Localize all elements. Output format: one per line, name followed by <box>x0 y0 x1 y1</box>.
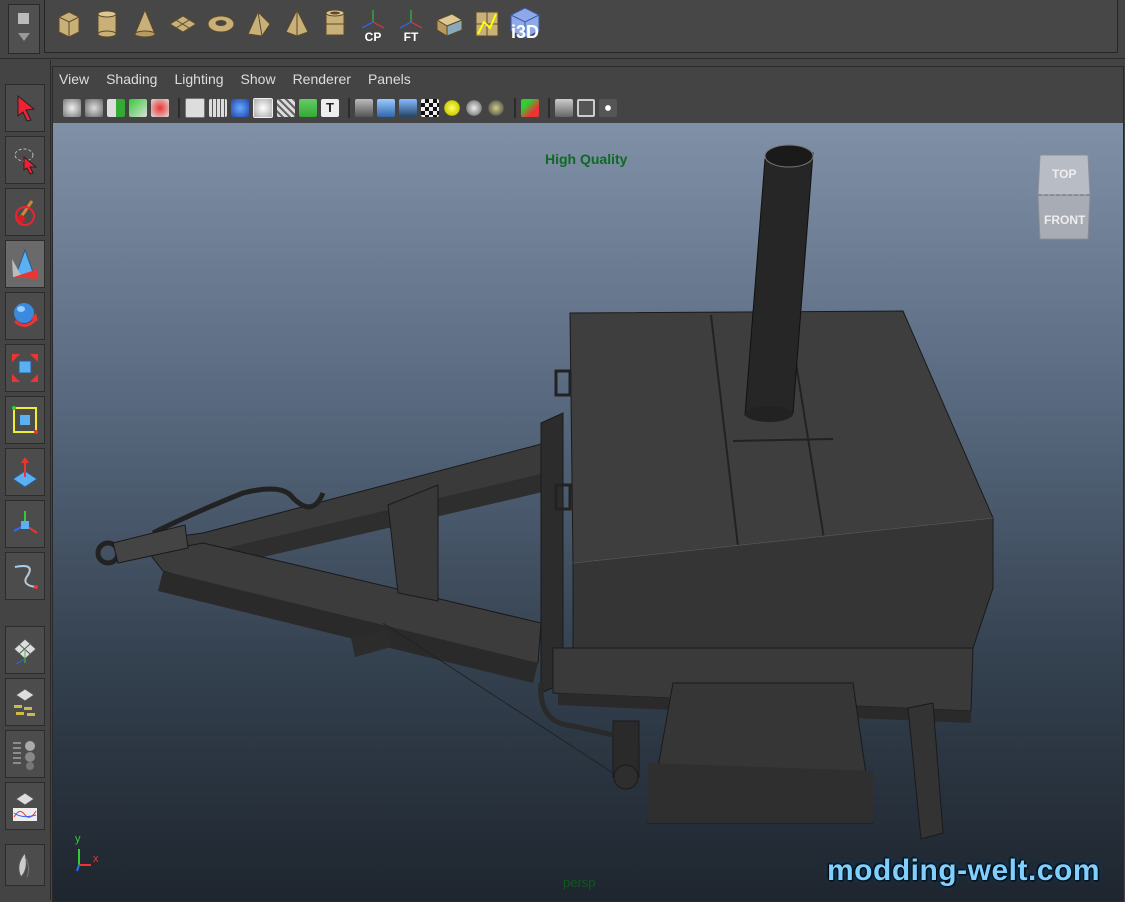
shelf-menu-arrow-icon[interactable] <box>18 33 30 41</box>
isolate-select-icon[interactable] <box>521 99 539 117</box>
select-tool-icon[interactable] <box>5 84 45 132</box>
rotate-tool-icon[interactable] <box>5 292 45 340</box>
watermark-text: modding-welt.com <box>827 854 1100 887</box>
viewport-3d[interactable]: High Quality TOP FRONT y x persp modding… <box>53 123 1123 901</box>
axis-x-label: x <box>93 853 99 865</box>
wireframe-icon[interactable] <box>185 98 205 118</box>
bookmarks-icon[interactable] <box>107 99 125 117</box>
bounding-box-icon[interactable] <box>277 99 295 117</box>
poly-torus-icon[interactable] <box>202 2 240 46</box>
lasso-tool-icon[interactable] <box>5 136 45 184</box>
toolbox <box>0 60 51 900</box>
freeze-transform-icon[interactable]: FT <box>392 2 430 46</box>
flat-shade-icon[interactable] <box>253 98 273 118</box>
toolbar-separator <box>548 98 550 118</box>
shaded-cube-icon[interactable] <box>399 99 417 117</box>
viewcube-top-label[interactable]: TOP <box>1052 167 1076 181</box>
grid-icon[interactable] <box>209 99 227 117</box>
checker-icon[interactable] <box>421 99 439 117</box>
menu-renderer[interactable]: Renderer <box>293 71 351 87</box>
shelf-tab-handle[interactable] <box>8 4 40 54</box>
panel-toolbar: T <box>53 93 1125 123</box>
poly-pipe-icon[interactable] <box>316 2 354 46</box>
poly-cube-icon[interactable] <box>50 2 88 46</box>
poly-cone-icon[interactable] <box>126 2 164 46</box>
grid-toggle-icon[interactable] <box>151 99 169 117</box>
freeze-transform-label: FT <box>403 30 419 44</box>
isolate-icon[interactable] <box>377 99 395 117</box>
custom-layout-icon[interactable] <box>5 844 45 886</box>
ambient-occlusion-icon[interactable] <box>487 99 505 117</box>
smooth-shade-icon[interactable] <box>231 99 249 117</box>
panel-menubar: View Shading Lighting Show Renderer Pane… <box>53 67 1125 91</box>
toolbar-separator <box>348 98 350 118</box>
shelf-tab-icon <box>18 13 29 24</box>
uv-editor-icon[interactable] <box>468 2 506 46</box>
show-manip-icon[interactable] <box>5 500 45 548</box>
image-plane-icon[interactable] <box>129 99 147 117</box>
menu-panels[interactable]: Panels <box>368 71 411 87</box>
center-pivot-icon[interactable]: CP <box>354 2 392 46</box>
shelf-icons: CP FT i3D <box>50 2 544 46</box>
viewport-panel: View Shading Lighting Show Renderer Pane… <box>52 66 1124 902</box>
menu-show[interactable]: Show <box>241 71 276 87</box>
i3d-export-icon[interactable]: i3D <box>506 2 544 46</box>
universal-manip-icon[interactable] <box>5 396 45 444</box>
shadows-icon[interactable] <box>465 99 483 117</box>
scale-tool-icon[interactable] <box>5 344 45 392</box>
axis-y-label: y <box>75 833 81 845</box>
lights-icon[interactable] <box>443 99 461 117</box>
curve-tool-icon[interactable] <box>5 552 45 600</box>
move-tool-icon[interactable] <box>5 240 45 288</box>
poly-pyramid-icon[interactable] <box>278 2 316 46</box>
viewcube-front-label[interactable]: FRONT <box>1044 213 1085 227</box>
single-layout-icon[interactable] <box>5 626 45 674</box>
menu-view[interactable]: View <box>59 71 89 87</box>
toolbar-separator <box>178 98 180 118</box>
view-cube[interactable]: TOP FRONT <box>1036 151 1092 247</box>
textured-icon[interactable] <box>299 99 317 117</box>
select-camera-icon[interactable] <box>63 99 81 117</box>
trailer-model[interactable] <box>53 123 1123 901</box>
paint-select-tool-icon[interactable] <box>5 188 45 236</box>
center-pivot-label: CP <box>364 30 382 44</box>
poly-plane-icon[interactable] <box>164 2 202 46</box>
soft-mod-icon[interactable] <box>5 448 45 496</box>
graph-layout-icon[interactable] <box>5 782 45 830</box>
shelf-bar: CP FT i3D <box>0 0 1125 59</box>
toolbar-separator <box>514 98 516 118</box>
axis-gizmo: y x <box>73 833 113 875</box>
i3d-export-label: i3D <box>510 22 539 42</box>
uv-map-icon[interactable] <box>430 2 468 46</box>
channel-layout-icon[interactable] <box>5 730 45 778</box>
text-icon[interactable]: T <box>321 99 339 117</box>
camera-attributes-icon[interactable] <box>85 99 103 117</box>
poly-cylinder-icon[interactable] <box>88 2 126 46</box>
resolution-gate-icon[interactable] <box>555 99 573 117</box>
xray-icon[interactable] <box>355 99 373 117</box>
gate-mask-icon[interactable] <box>577 99 595 117</box>
menu-shading[interactable]: Shading <box>106 71 157 87</box>
camera-label: persp <box>563 875 596 890</box>
outliner-layout-icon[interactable] <box>5 678 45 726</box>
field-chart-icon[interactable] <box>599 99 617 117</box>
menu-lighting[interactable]: Lighting <box>174 71 223 87</box>
poly-prism-icon[interactable] <box>240 2 278 46</box>
